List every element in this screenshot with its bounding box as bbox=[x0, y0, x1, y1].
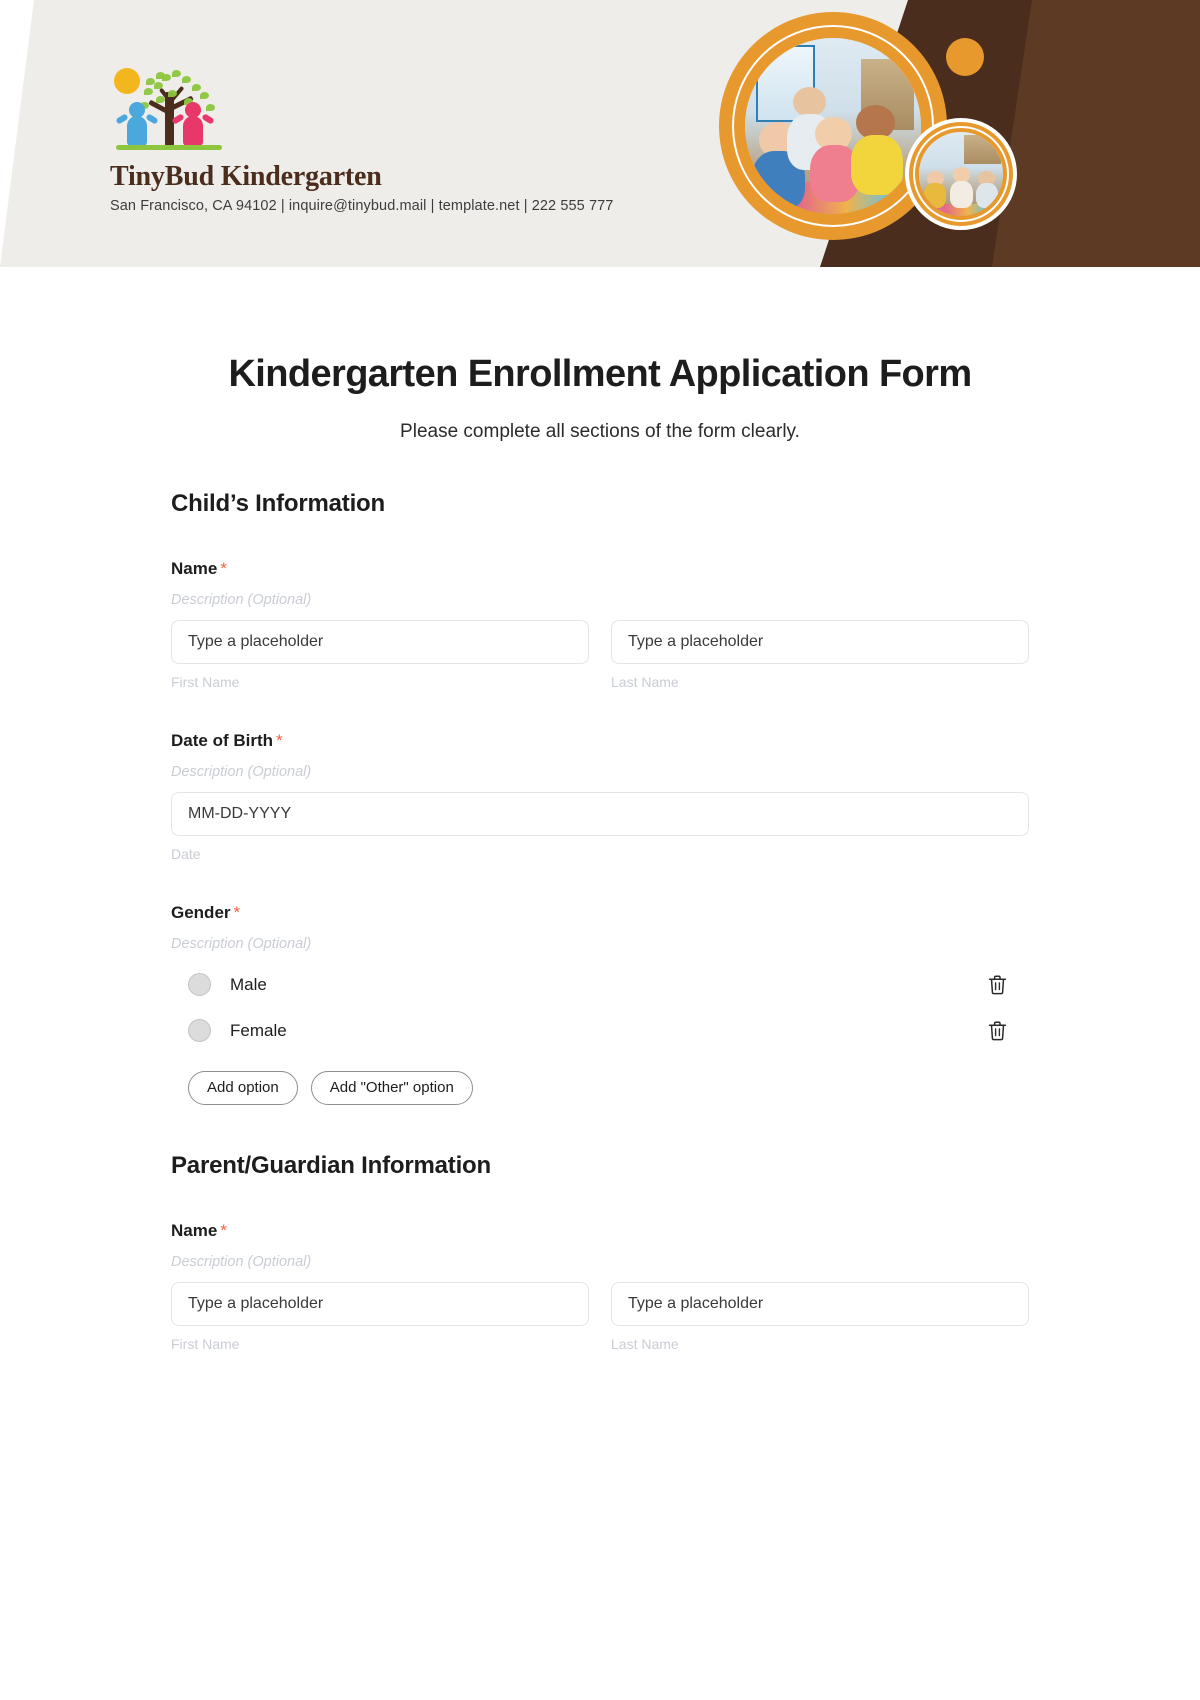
field-description-parent-name: Description (Optional) bbox=[171, 1253, 312, 1270]
field-label-gender: Gender * bbox=[171, 903, 1029, 923]
child-figure-pink-icon bbox=[171, 102, 215, 146]
form-body: Kindergarten Enrollment Application Form… bbox=[0, 267, 1200, 1352]
field-label-parent-name: Name * bbox=[171, 1221, 1029, 1241]
parent-last-name-sublabel: Last Name bbox=[611, 1335, 679, 1352]
child-first-name-input[interactable]: Type a placeholder bbox=[171, 619, 589, 664]
delete-option-male-button[interactable] bbox=[984, 972, 1010, 998]
child-figure-blue-icon bbox=[115, 102, 159, 146]
field-description-date-of-birth: Description (Optional) bbox=[171, 763, 312, 780]
brand-contact-line: San Francisco, CA 94102 | inquire@tinybu… bbox=[110, 197, 614, 214]
brand-name: TinyBud Kindergarten bbox=[110, 161, 382, 192]
radio-button-female[interactable] bbox=[188, 1019, 211, 1043]
parent-first-name-placeholder: Type a placeholder bbox=[188, 1294, 324, 1312]
field-label-date-of-birth: Date of Birth * bbox=[171, 731, 1029, 751]
parent-last-name-input[interactable]: Type a placeholder bbox=[611, 1281, 1029, 1326]
gender-option-male[interactable]: Male bbox=[171, 972, 1029, 998]
date-of-birth-sublabel: Date bbox=[171, 845, 201, 862]
page-title: Kindergarten Enrollment Application Form bbox=[228, 353, 972, 395]
field-description-child-name: Description (Optional) bbox=[171, 591, 312, 608]
date-of-birth-placeholder: MM-DD-YYYY bbox=[188, 804, 292, 822]
date-of-birth-input[interactable]: MM-DD-YYYY bbox=[171, 791, 1029, 836]
page-header: TinyBud Kindergarten San Francisco, CA 9… bbox=[0, 0, 1200, 267]
delete-option-female-button[interactable] bbox=[984, 1018, 1010, 1044]
radio-button-male[interactable] bbox=[188, 973, 211, 997]
medallion-ring-small bbox=[913, 126, 1009, 222]
tree-with-children-logo-icon bbox=[110, 62, 230, 154]
sun-icon bbox=[114, 68, 140, 94]
field-parent-name: Name * Description (Optional) Type a plac… bbox=[171, 1221, 1029, 1352]
header-orange-dot bbox=[946, 38, 984, 76]
gender-option-female-label: Female bbox=[230, 1020, 287, 1040]
header-photo-small bbox=[905, 118, 1017, 230]
classroom-photo-large bbox=[745, 38, 921, 214]
field-label-text: Date of Birth bbox=[171, 730, 273, 750]
add-option-button[interactable]: Add option bbox=[188, 1070, 298, 1105]
field-label-text: Name bbox=[171, 558, 218, 578]
required-asterisk: * bbox=[276, 730, 283, 750]
section-heading-parent-guardian-information: Parent/Guardian Information bbox=[171, 1151, 491, 1179]
header-photo-large bbox=[719, 12, 947, 240]
gender-option-buttons: Add option Add "Other" option bbox=[188, 1070, 1029, 1105]
trash-icon bbox=[988, 1021, 1006, 1041]
trash-icon bbox=[988, 975, 1006, 995]
child-last-name-placeholder: Type a placeholder bbox=[628, 632, 764, 650]
parent-last-name-placeholder: Type a placeholder bbox=[628, 1294, 764, 1312]
field-child-name: Name * Description (Optional) Type a plac… bbox=[171, 559, 1029, 690]
page-subtitle: Please complete all sections of the form… bbox=[400, 420, 800, 442]
section-heading-child-information: Child’s Information bbox=[171, 489, 385, 517]
field-description-gender: Description (Optional) bbox=[171, 935, 312, 952]
child-first-name-placeholder: Type a placeholder bbox=[188, 632, 324, 650]
parent-first-name-sublabel: First Name bbox=[171, 1335, 240, 1352]
field-gender: Gender * Description (Optional) Male Fem… bbox=[171, 903, 1029, 1105]
add-other-option-button[interactable]: Add "Other" option bbox=[310, 1070, 473, 1105]
field-label-child-name: Name * bbox=[171, 559, 1029, 579]
gender-option-female[interactable]: Female bbox=[171, 1018, 1029, 1044]
field-date-of-birth: Date of Birth * Description (Optional) MM… bbox=[171, 731, 1029, 862]
field-label-text: Gender bbox=[171, 902, 231, 922]
required-asterisk: * bbox=[220, 558, 227, 578]
required-asterisk: * bbox=[233, 902, 241, 922]
medallion-ring-large bbox=[732, 25, 934, 227]
required-asterisk: * bbox=[220, 1220, 227, 1240]
brand-logo-block: TinyBud Kindergarten San Francisco, CA 9… bbox=[110, 62, 670, 214]
parent-first-name-input[interactable]: Type a placeholder bbox=[171, 1281, 589, 1326]
field-label-text: Name bbox=[171, 1220, 218, 1240]
child-first-name-sublabel: First Name bbox=[171, 673, 240, 690]
gender-option-male-label: Male bbox=[230, 974, 267, 994]
header-left-notch bbox=[0, 0, 34, 267]
child-last-name-input[interactable]: Type a placeholder bbox=[611, 619, 1029, 664]
child-last-name-sublabel: Last Name bbox=[611, 673, 679, 690]
classroom-photo-small bbox=[919, 132, 1003, 216]
